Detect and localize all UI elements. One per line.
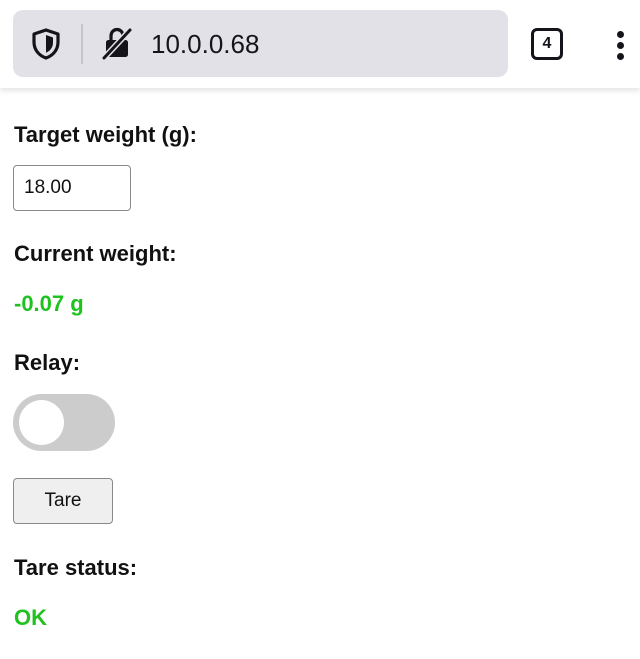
browser-toolbar: 10.0.0.68 4 [0,0,640,88]
tare-status-label: Tare status: [14,555,138,580]
kebab-menu-icon[interactable] [610,28,630,62]
url-bar-divider [81,24,83,64]
relay-label: Relay: [14,350,81,375]
tare-button[interactable]: Tare [13,478,113,524]
url-bar[interactable] [13,10,508,77]
insecure-lock-icon[interactable] [101,26,133,60]
target-weight-input[interactable] [13,165,131,211]
shield-icon[interactable] [31,28,61,60]
current-weight-label: Current weight: [14,241,177,266]
relay-toggle[interactable] [13,394,115,451]
url-text[interactable]: 10.0.0.68 [151,28,259,60]
target-weight-label: Target weight (g): [14,122,197,147]
tab-count-button[interactable]: 4 [531,28,563,60]
relay-toggle-knob [19,400,64,445]
current-weight-value: -0.07 g [14,291,84,316]
tab-count-label: 4 [542,35,552,52]
tare-status-value: OK [14,605,47,630]
